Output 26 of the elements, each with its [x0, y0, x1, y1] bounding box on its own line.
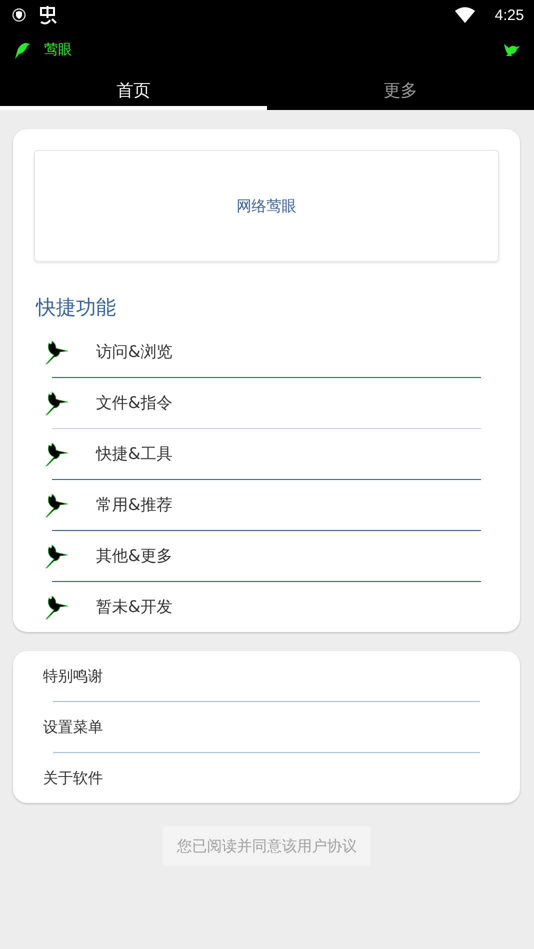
bird-icon[interactable] — [504, 43, 520, 57]
bird-icon[interactable] — [14, 41, 30, 59]
bird-icon — [44, 441, 70, 467]
section-heading: 快捷功能 — [36, 294, 117, 321]
bird-icon — [44, 339, 70, 365]
menu-item[interactable]: 特别鸣谢 — [13, 651, 520, 701]
tab[interactable]: 首页 — [0, 70, 267, 110]
menu-item[interactable]: 常用&推荐 — [34, 480, 499, 530]
banner-card[interactable]: 网络莺眼 — [34, 150, 499, 262]
tab[interactable]: 更多 — [267, 70, 534, 110]
menu-item[interactable]: 文件&指令 — [34, 378, 499, 428]
menu-item[interactable]: 设置菜单 — [13, 702, 520, 752]
bird-icon — [44, 543, 70, 569]
banner-title: 网络莺眼 — [236, 196, 296, 216]
clock-time: 4:25 — [494, 6, 524, 24]
menu-item[interactable]: 暂未&开发 — [34, 582, 499, 632]
wifi-icon — [454, 7, 475, 23]
bird-icon — [44, 492, 70, 518]
shield-icon — [12, 8, 26, 22]
menu-item[interactable]: 快捷&工具 — [34, 429, 499, 479]
bird-icon — [44, 390, 70, 416]
bird-icon — [44, 594, 70, 620]
menu-item[interactable]: 关于软件 — [13, 753, 520, 803]
app-title: 莺眼 — [44, 41, 72, 59]
menu-item[interactable]: 访问&浏览 — [34, 327, 499, 377]
menu-item[interactable]: 其他&更多 — [34, 531, 499, 581]
